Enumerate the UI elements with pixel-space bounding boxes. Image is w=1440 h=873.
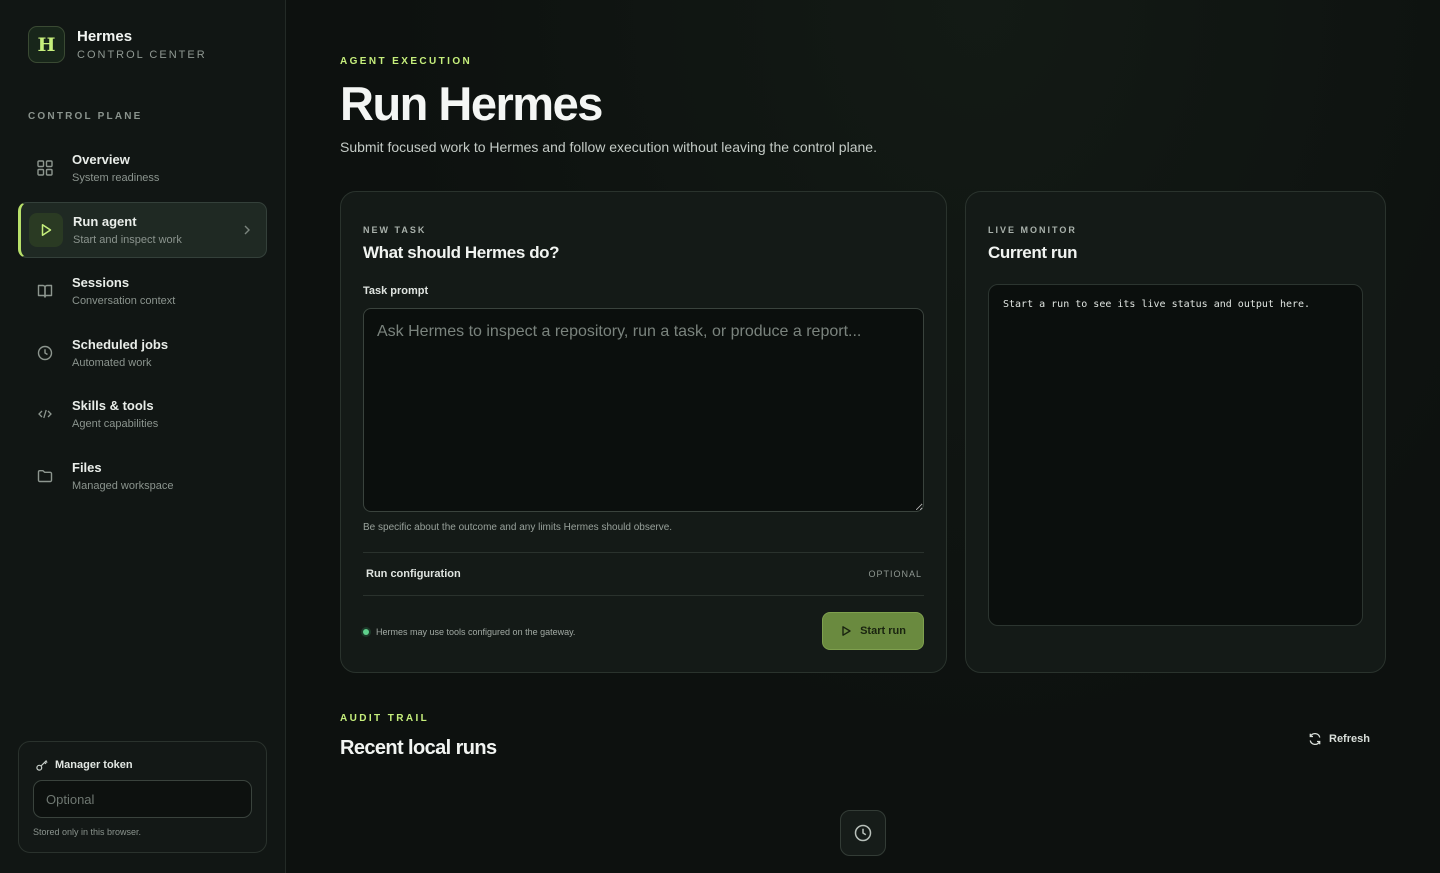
run-configuration-toggle[interactable]: Run configuration OPTIONAL — [363, 552, 924, 595]
refresh-icon — [1308, 732, 1322, 746]
page-title: Run Hermes — [340, 77, 603, 130]
refresh-label: Refresh — [1329, 733, 1370, 745]
sidebar-item-subtitle: System readiness — [72, 172, 160, 184]
manager-token-note: Stored only in this browser. — [33, 827, 142, 837]
sidebar-item-title: Files — [72, 459, 102, 475]
nav-section-label: CONTROL PLANE — [28, 111, 143, 122]
main-content: AGENT EXECUTION Run Hermes Submit focuse… — [286, 0, 1440, 873]
brand-name: Hermes — [77, 28, 133, 45]
audit-title: Recent local runs — [340, 737, 497, 759]
page-description: Submit focused work to Hermes and follow… — [340, 139, 877, 155]
gateway-note-text: Hermes may use tools configured on the g… — [376, 627, 576, 637]
task-prompt-input[interactable] — [363, 308, 924, 512]
monitor-eyebrow: LIVE MONITOR — [988, 225, 1077, 235]
status-dot-icon — [363, 629, 369, 635]
sidebar-item-sessions[interactable]: Sessions Conversation context — [18, 263, 267, 319]
sidebar-item-skills-tools[interactable]: Skills & tools Agent capabilities — [18, 386, 267, 442]
brand-text: Hermes CONTROL CENTER — [77, 28, 207, 61]
nav-texts: Scheduled jobs Automated work — [72, 337, 168, 369]
sidebar-item-overview[interactable]: Overview System readiness — [18, 140, 267, 196]
chevron-right-icon — [242, 223, 252, 239]
brand-subtitle: CONTROL CENTER — [77, 49, 207, 61]
play-icon — [29, 212, 63, 247]
key-icon — [35, 758, 49, 772]
brand-logo: H — [28, 26, 65, 63]
run-output-text: Start a run to see its live status and o… — [1003, 299, 1311, 310]
sidebar-item-subtitle: Managed workspace — [72, 479, 174, 492]
run-output[interactable]: Start a run to see its live status and o… — [988, 284, 1363, 626]
task-prompt-hint: Be specific about the outcome and any li… — [363, 522, 673, 533]
gateway-note: Hermes may use tools configured on the g… — [363, 627, 575, 637]
nav-texts: Overview System readiness — [72, 152, 159, 184]
divider — [363, 595, 924, 596]
new-task-card: NEW TASK What should Hermes do? Task pro… — [340, 191, 947, 673]
task-prompt-label: Task prompt — [363, 285, 429, 297]
brand[interactable]: H Hermes CONTROL CENTER — [28, 26, 207, 63]
run-configuration-title: Run configuration — [366, 567, 461, 580]
manager-token-header: Manager token — [35, 758, 133, 772]
sidebar-item-title: Sessions — [72, 275, 130, 291]
sidebar-item-subtitle: Conversation context — [72, 295, 176, 308]
sidebar: H Hermes CONTROL CENTER CONTROL PLANE Ov… — [0, 0, 286, 873]
sidebar-item-title: Run agent — [73, 213, 137, 229]
refresh-button[interactable]: Refresh — [1304, 728, 1374, 750]
grid-icon — [28, 151, 62, 185]
nav-texts: Files Managed workspace — [72, 460, 174, 492]
history-clock-icon — [840, 810, 886, 856]
manager-token-input[interactable] — [33, 780, 252, 818]
code-icon — [28, 397, 62, 431]
sidebar-item-title: Skills & tools — [72, 398, 154, 414]
task-eyebrow: NEW TASK — [363, 225, 427, 235]
nav-texts: Skills & tools Agent capabilities — [72, 398, 158, 430]
live-monitor-card: LIVE MONITOR Current run Start a run to … — [965, 191, 1386, 673]
optional-badge: OPTIONAL — [868, 568, 922, 579]
sidebar-item-subtitle: Automated work — [72, 356, 152, 369]
play-icon — [840, 625, 852, 637]
folder-icon — [28, 459, 62, 493]
nav-texts: Run agent Start and inspect work — [73, 214, 182, 246]
clock-icon — [28, 336, 62, 370]
sidebar-nav: Overview System readiness Run agent Star… — [18, 140, 267, 510]
monitor-title: Current run — [988, 243, 1078, 262]
sidebar-item-files[interactable]: Files Managed workspace — [18, 448, 267, 504]
sidebar-item-scheduled-jobs[interactable]: Scheduled jobs Automated work — [18, 325, 267, 381]
manager-token-card: Manager token Stored only in this browse… — [18, 741, 267, 853]
sidebar-item-run-agent[interactable]: Run agent Start and inspect work — [18, 201, 267, 258]
book-icon — [28, 274, 62, 308]
sidebar-item-title: Overview — [72, 152, 130, 167]
sidebar-item-title: Scheduled jobs — [72, 336, 169, 352]
start-run-label: Start run — [860, 625, 906, 637]
audit-eyebrow: AUDIT TRAIL — [340, 713, 430, 724]
task-title: What should Hermes do? — [363, 243, 560, 262]
manager-token-label: Manager token — [55, 759, 133, 771]
sidebar-item-subtitle: Agent capabilities — [72, 418, 159, 431]
sidebar-item-subtitle: Start and inspect work — [73, 233, 182, 246]
start-run-button[interactable]: Start run — [822, 612, 924, 650]
nav-texts: Sessions Conversation context — [72, 275, 175, 307]
page-eyebrow: AGENT EXECUTION — [340, 56, 473, 67]
